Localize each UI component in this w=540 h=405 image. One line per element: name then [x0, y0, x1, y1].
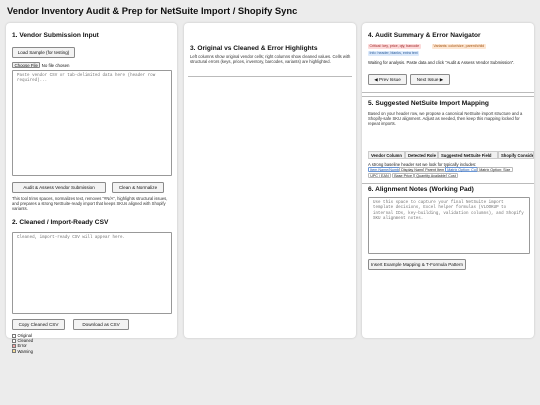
- submission-heading: 1. Vendor Submission Input: [12, 32, 99, 39]
- copy-cleaned-button[interactable]: Copy Cleaned CSV: [12, 319, 65, 330]
- notes-heading: 6. Alignment Notes (Working Pad): [368, 186, 474, 193]
- download-csv-button[interactable]: Download as CSV: [73, 319, 129, 330]
- baseline-field-chip: Cost: [446, 173, 458, 178]
- baseline-field-chip: Parent Item: [423, 167, 447, 172]
- severity-badge: Info: header, blanks, extra text: [368, 51, 420, 56]
- file-picker[interactable]: Choose File No file chosen: [12, 62, 70, 68]
- legend-swatch: [12, 343, 16, 348]
- prev-issue-button[interactable]: ◀ Prev Issue: [368, 74, 407, 85]
- comparison-table-divider: [188, 76, 352, 77]
- cleaned-heading: 2. Cleaned / Import-Ready CSV: [12, 219, 109, 226]
- baseline-field-chip: Matrix Option: Size: [477, 167, 513, 172]
- notes-pad[interactable]: [368, 197, 530, 254]
- clean-normalize-button[interactable]: Clean & Normalize: [112, 182, 164, 193]
- cleaned-output[interactable]: [12, 232, 172, 314]
- legend-swatch: [12, 349, 16, 354]
- mapping-column-header: Shopify Considerations: [498, 151, 534, 159]
- comparison-heading: 3. Original vs Cleaned & Error Highlight…: [190, 45, 318, 52]
- baseline-field-chip: Base Price: [392, 173, 415, 178]
- audit-button[interactable]: Audit & Assess Vendor Submission: [12, 182, 106, 193]
- section-divider: [362, 96, 534, 97]
- load-sample-button[interactable]: Load Sample (for testing): [12, 47, 75, 58]
- audit-mapping-panel: 4. Audit Summary & Error Navigator Criti…: [362, 23, 534, 338]
- choose-file-button[interactable]: Choose File: [12, 62, 41, 68]
- severity-badge: Critical: key, price, qty, barcode: [368, 44, 421, 49]
- legend-swatch: [12, 333, 16, 338]
- legend-item: Warning: [12, 349, 33, 354]
- legend-swatch: [12, 338, 16, 343]
- no-file-label: No file chosen: [41, 63, 70, 68]
- section-divider: [362, 92, 534, 93]
- mapping-description: Based on your header row, we propose a c…: [368, 111, 523, 127]
- section-divider: [362, 183, 534, 184]
- severity-badge: Variants: color/size, parent/child: [432, 44, 486, 49]
- baseline-field-chip: Quantity Available: [414, 173, 448, 178]
- mapping-column-header: Detected Role: [405, 151, 438, 159]
- mapping-heading: 5. Suggested NetSuite Import Mapping: [368, 100, 489, 107]
- comparison-description: Left columns show original vendor cells;…: [190, 54, 351, 65]
- vendor-data-input[interactable]: [12, 70, 172, 176]
- next-issue-button[interactable]: Next Issue ▶: [410, 74, 450, 85]
- submission-description: This tool trims spaces, normalizes text,…: [12, 196, 168, 212]
- legend-label: Warning: [17, 348, 33, 354]
- audit-heading: 4. Audit Summary & Error Navigator: [368, 32, 481, 39]
- audit-status: Waiting for analysis. Paste data and cli…: [368, 60, 515, 65]
- comparison-panel: 3. Original vs Cleaned & Error Highlight…: [184, 23, 356, 338]
- app-title: Vendor Inventory Audit & Prep for NetSui…: [7, 5, 298, 16]
- vendor-submission-panel: 1. Vendor Submission Input Load Sample (…: [6, 23, 177, 354]
- baseline-field-chip: UPC / EAN: [368, 173, 391, 178]
- insert-example-button[interactable]: Insert Example Mapping & T-Formula Patte…: [368, 259, 466, 270]
- mapping-column-header: Vendor Column: [368, 151, 405, 159]
- mapping-column-header: Suggested NetSuite Field: [438, 151, 498, 159]
